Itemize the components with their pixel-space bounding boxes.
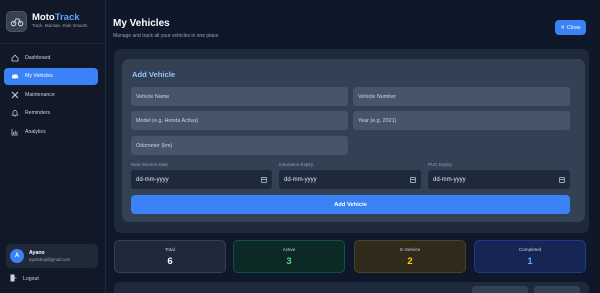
puc-expiry-label: PUC Expiry [428,162,452,167]
stat-value: 3 [286,255,292,267]
next-service-date-input[interactable]: dd-mm-yyyy [131,170,272,189]
logout-icon [10,274,17,284]
sidebar-item-label: Reminders [25,110,51,117]
sidebar-item-dashboard[interactable]: Dashboard [4,49,98,66]
sort-control[interactable] [534,286,580,293]
stat-value: 1 [527,255,533,267]
insurance-expiry-label: Insurance Expiry [279,162,314,167]
puc-expiry-date-input[interactable]: dd-mm-yyyy [428,170,570,189]
sidebar: MotoTrack Track. Maintain. Ride Smooth. … [0,0,106,293]
user-email: ayanokoji@gmail.com [29,256,71,262]
stat-label: Total [165,246,175,252]
sidebar-item-my-vehicles[interactable]: My Vehicles [4,67,98,85]
filter-control[interactable] [472,286,528,293]
stat-card-in-service: In Service 2 [354,240,466,273]
vehicle-name-input[interactable]: Vehicle Name [131,87,348,106]
divider [0,43,106,44]
sidebar-item-label: Analytics [25,128,46,135]
logout-button[interactable]: Logout [10,274,39,284]
vehicle-number-input[interactable]: Vehicle Number [353,87,570,106]
logout-label: Logout [23,276,39,282]
sidebar-item-label: My Vehicles [25,73,53,80]
year-input[interactable]: Year (e.g. 2021) [353,111,570,130]
form-title: Add Vehicle [132,70,176,79]
stat-card-active: Active 3 [233,240,345,273]
avatar: A [10,249,24,263]
vehicle-list-panel [114,282,589,293]
stat-label: Active [282,246,296,252]
sidebar-item-reminders[interactable]: Reminders [4,105,98,122]
motorcycle-logo-icon [6,10,27,32]
sidebar-item-maintenance[interactable]: Maintenance [4,86,98,103]
stat-value: 6 [167,255,173,267]
calendar-icon[interactable] [261,176,267,183]
scrollbar-gutter[interactable] [593,0,600,293]
sidebar-nav: Dashboard My Vehicles Maintenance Remind… [4,49,98,142]
brand-tagline: Track. Maintain. Ride Smooth. [32,22,89,28]
calendar-icon[interactable] [559,176,565,183]
brand[interactable]: MotoTrack Track. Maintain. Ride Smooth. [6,6,100,36]
home-icon [11,54,19,62]
sidebar-item-label: Maintenance [25,91,55,98]
sidebar-item-label: Dashboard [25,54,51,61]
bell-icon [11,109,19,117]
wrench-icon [11,91,19,99]
close-button[interactable]: ✕ Close [555,20,586,35]
insurance-expiry-date-input[interactable]: dd-mm-yyyy [279,170,421,189]
close-icon: ✕ [560,24,565,31]
main-content: My Vehicles Manage and track all your ve… [106,0,600,293]
model-input[interactable]: Model (e.g. Honda Activa) [131,111,348,130]
page-title: My Vehicles [113,18,170,29]
stat-card-total: Total 6 [114,240,226,273]
stat-value: 2 [407,255,413,267]
add-vehicle-button[interactable]: Add Vehicle [131,195,570,214]
sidebar-item-analytics[interactable]: Analytics [4,123,98,140]
calendar-icon[interactable] [410,176,416,183]
odometer-input[interactable]: Odometer (km) [131,136,348,155]
chart-icon [11,128,19,136]
page-subtitle: Manage and track all your vehicles in on… [113,33,219,39]
car-icon [11,72,19,80]
add-vehicle-form: Add Vehicle Vehicle Name Vehicle Number … [122,59,585,222]
user-profile[interactable]: A Ayano ayanokoji@gmail.com [6,244,98,268]
next-service-label: Next Service Date [131,162,169,167]
stat-label: Completed [518,246,542,252]
stat-card-completed: Completed 1 [474,240,586,273]
stat-label: In Service [399,246,421,252]
